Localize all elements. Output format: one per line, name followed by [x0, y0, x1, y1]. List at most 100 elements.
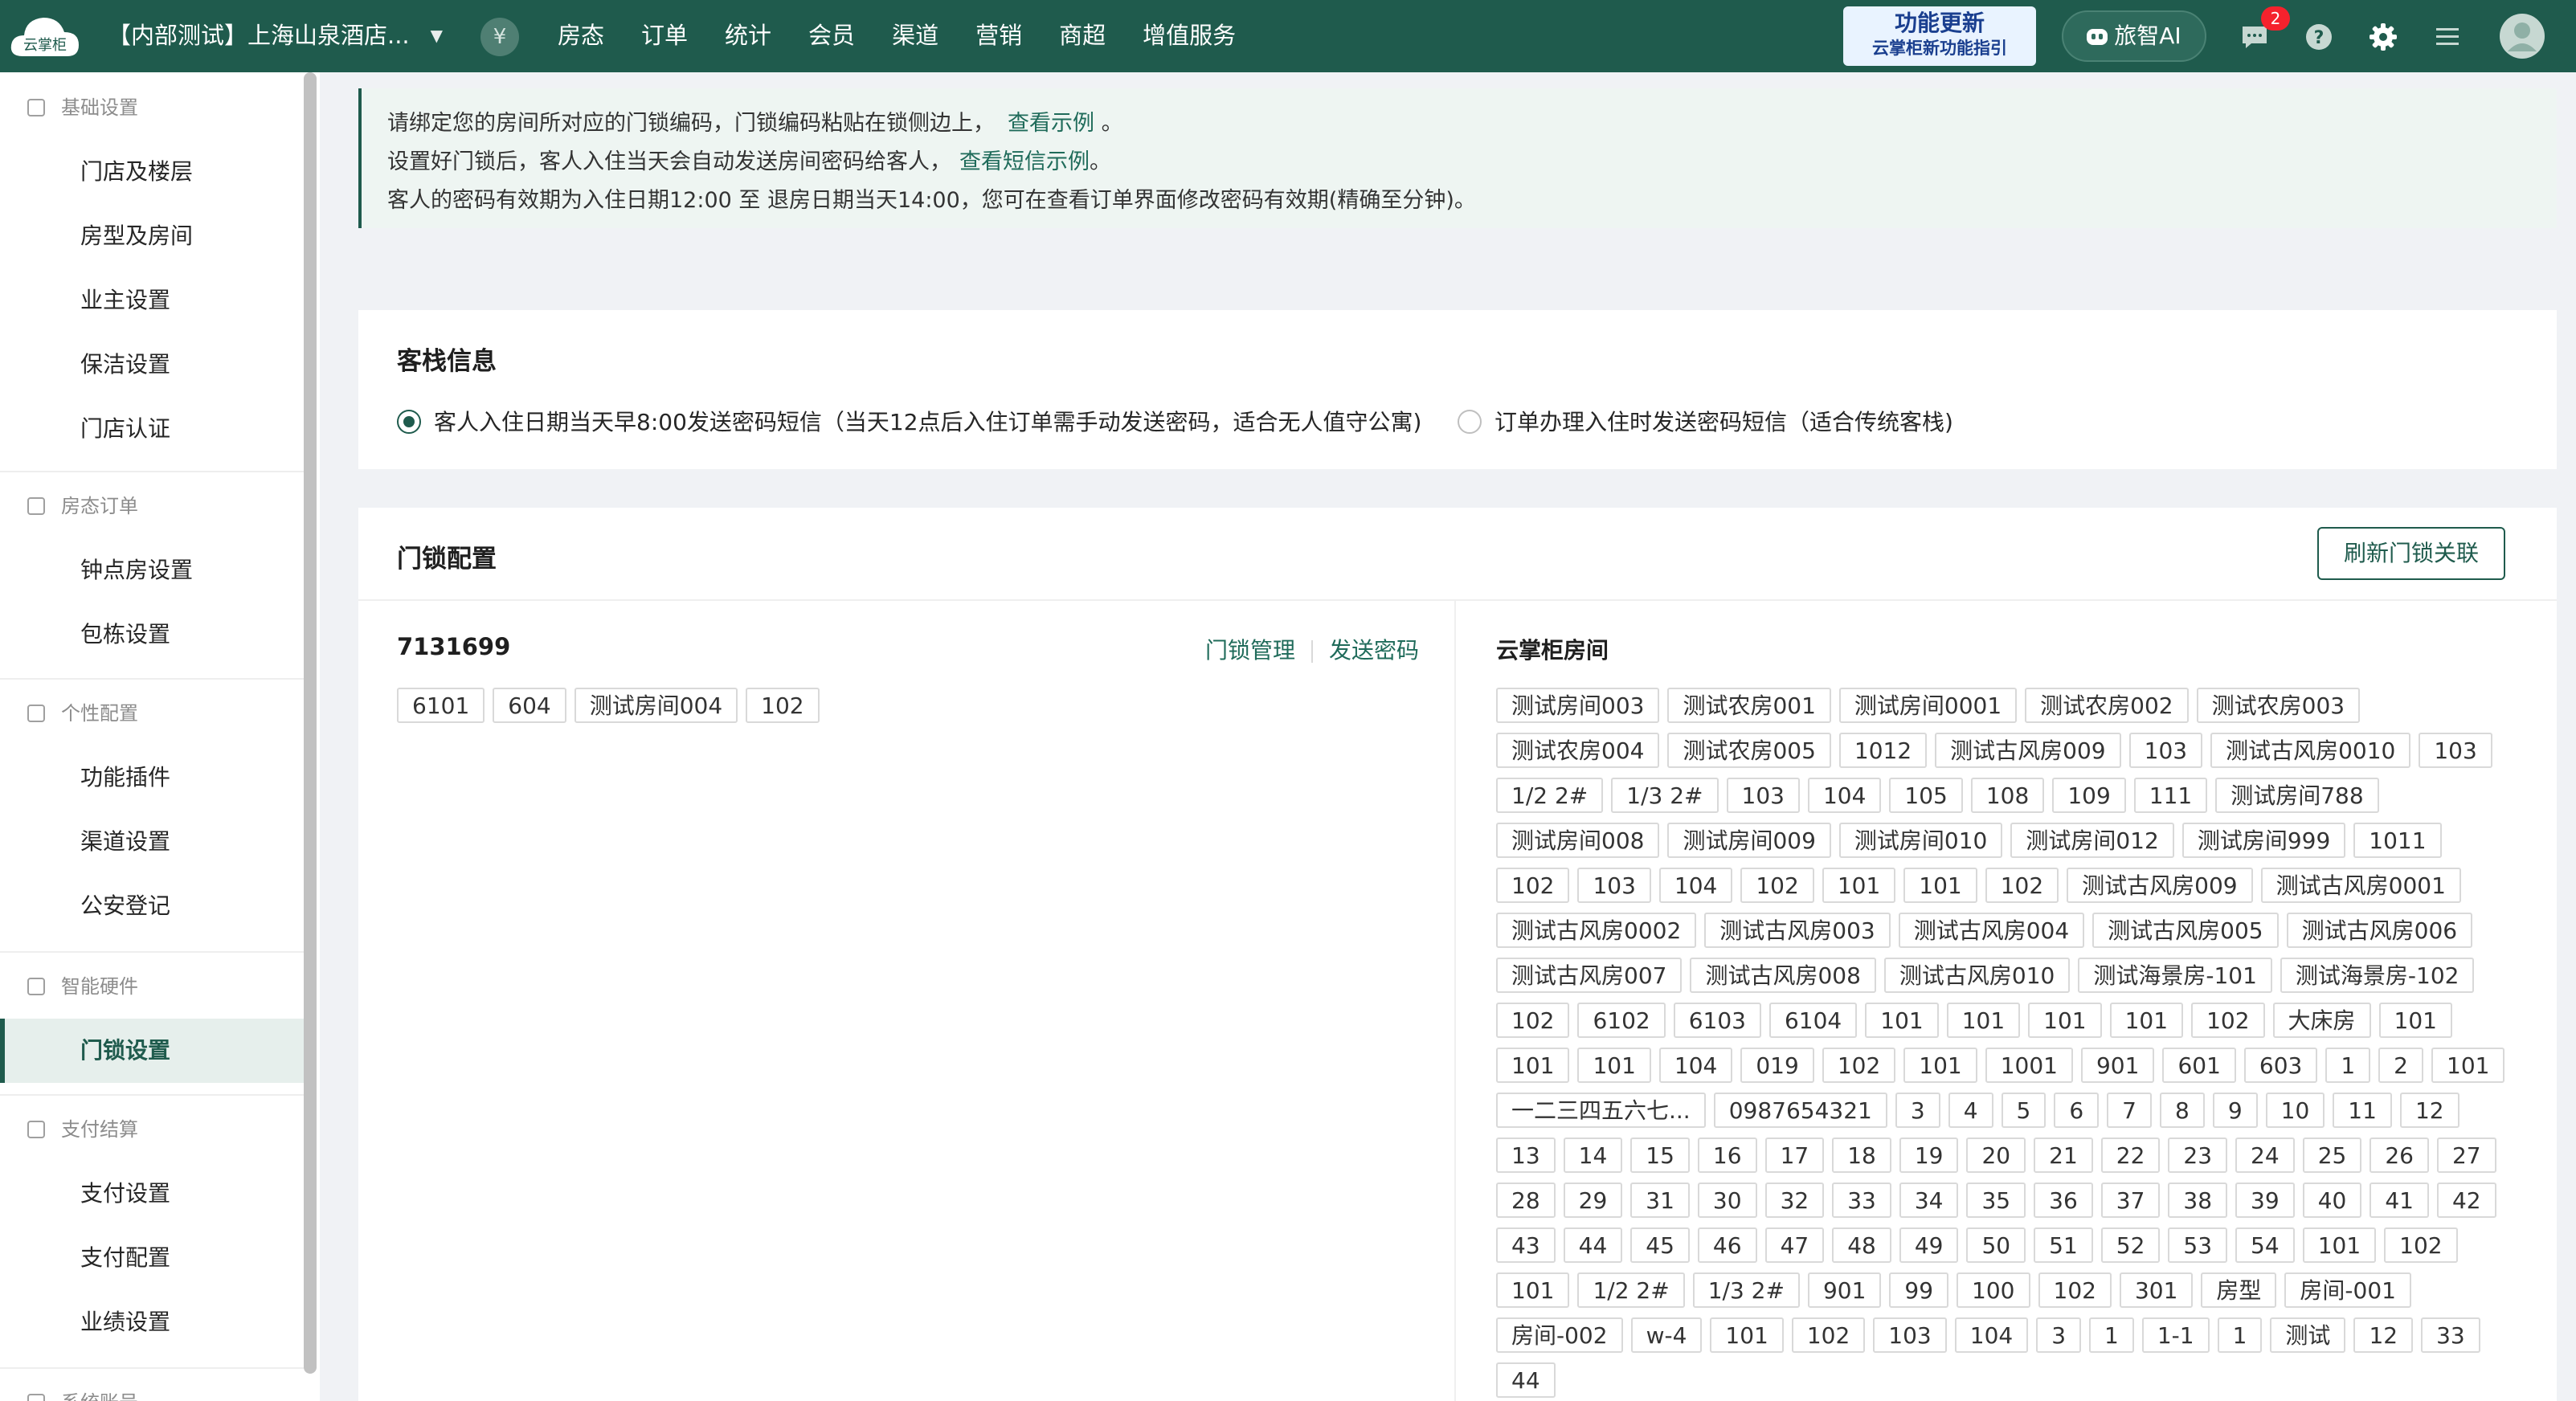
cloud-room-tag[interactable]: 33 [2421, 1317, 2480, 1353]
cloud-room-tag[interactable]: 测试房间999 [2181, 823, 2346, 858]
cloud-room-tag[interactable]: 4 [1948, 1093, 1993, 1128]
cloud-room-tag[interactable]: 46 [1697, 1227, 1757, 1263]
cloud-room-tag[interactable]: 1/2 2# [1496, 778, 1604, 813]
cloud-room-tag[interactable]: 测试房间788 [2215, 778, 2379, 813]
cloud-room-tag[interactable]: 29 [1563, 1182, 1623, 1218]
cloud-room-tag[interactable]: 50 [1966, 1227, 2026, 1263]
sidebar-item-police-registration[interactable]: 公安登记 [0, 874, 304, 938]
cloud-room-tag[interactable]: 101 [2028, 1003, 2102, 1038]
sidebar-item-store-cert[interactable]: 门店认证 [0, 397, 304, 461]
cloud-room-tag[interactable]: 101 [1496, 1048, 1570, 1083]
nav-item-mall[interactable]: 商超 [1059, 18, 1106, 53]
sidebar-item-owner[interactable]: 业主设置 [0, 268, 304, 333]
cloud-room-tag[interactable]: 6104 [1768, 1003, 1858, 1038]
cloud-room-tag[interactable]: 房间-002 [1496, 1317, 1623, 1353]
view-example-link[interactable]: 查看示例 [1008, 111, 1094, 136]
store-selector[interactable]: 【内部测试】上海山泉酒店... ▼ [108, 18, 443, 53]
cloud-room-tag[interactable]: 5 [2001, 1093, 2046, 1128]
cloud-room-tag[interactable]: 103 [2419, 733, 2492, 768]
cloud-room-tag[interactable]: 49 [1899, 1227, 1959, 1263]
help-icon[interactable]: ? [2303, 21, 2335, 53]
cloud-room-tag[interactable]: 601 [2162, 1048, 2236, 1083]
cloud-room-tag[interactable]: 3 [1895, 1093, 1940, 1128]
cloud-room-tag[interactable]: 13 [1496, 1138, 1556, 1173]
cloud-room-tag[interactable]: 103 [1873, 1317, 1947, 1353]
cloud-room-tag[interactable]: 16 [1697, 1138, 1757, 1173]
cloud-room-tag[interactable]: 43 [1496, 1227, 1556, 1263]
cloud-room-tag[interactable]: 10 [2265, 1093, 2325, 1128]
cloud-room-tag[interactable]: 测试房间012 [2010, 823, 2174, 858]
cloud-room-tag[interactable]: 1/2 2# [1577, 1272, 1685, 1308]
cloud-room-tag[interactable]: 101 [1946, 1003, 2021, 1038]
cloud-room-tag[interactable]: 1 [2325, 1048, 2371, 1083]
sidebar-item-hourly-room[interactable]: 钟点房设置 [0, 538, 304, 602]
cloud-room-tag[interactable]: 9 [2212, 1093, 2258, 1128]
cloud-room-tag[interactable]: 测试古风房006 [2286, 913, 2473, 948]
cloud-room-tag[interactable]: 52 [2100, 1227, 2161, 1263]
view-sms-example-link[interactable]: 查看短信示例 [959, 149, 1090, 174]
cloud-room-tag[interactable]: 房型 [2201, 1272, 2277, 1308]
avatar[interactable] [2499, 13, 2545, 59]
cloud-room-tag[interactable]: 301 [2119, 1272, 2194, 1308]
cloud-room-tag[interactable]: 33 [1832, 1182, 1891, 1218]
cloud-room-tag[interactable]: 15 [1630, 1138, 1690, 1173]
radio-checked-icon[interactable] [397, 410, 421, 434]
cloud-room-tag[interactable]: 12 [2399, 1093, 2459, 1128]
cloud-room-tag[interactable]: 测试海景房-101 [2078, 958, 2272, 993]
cloud-room-tag[interactable]: 3 [2036, 1317, 2082, 1353]
cloud-room-tag[interactable]: 测试房间0001 [1838, 688, 2018, 723]
sms-option-morning[interactable]: 客人入住日期当天早8:00发送密码短信（当天12点后入住订单需手动发送密码，适合… [397, 408, 1421, 437]
cloud-room-tag[interactable]: 21 [2034, 1138, 2093, 1173]
cloud-room-tag[interactable]: 测试古风房009 [1935, 733, 2121, 768]
cloud-room-tag[interactable]: 测试农房001 [1667, 688, 1831, 723]
cloud-room-tag[interactable]: 8 [2160, 1093, 2205, 1128]
cloud-room-tag[interactable]: 101 [1903, 1048, 1977, 1083]
cloud-room-tag[interactable]: 101 [2431, 1048, 2505, 1083]
cloud-room-tag[interactable]: 31 [1630, 1182, 1690, 1218]
cloud-room-tag[interactable]: 测试古风房003 [1704, 913, 1891, 948]
cloud-room-tag[interactable]: 109 [2052, 778, 2126, 813]
cloud-room-tag[interactable]: 27 [2436, 1138, 2496, 1173]
cloud-room-tag[interactable]: 39 [2235, 1182, 2295, 1218]
cloud-room-tag[interactable]: 101 [1865, 1003, 1939, 1038]
cloud-room-tag[interactable]: 24 [2235, 1138, 2295, 1173]
sidebar-scrollbar[interactable] [304, 72, 317, 1374]
nav-item-members[interactable]: 会员 [808, 18, 855, 53]
cloud-room-tag[interactable]: 测试农房003 [2196, 688, 2361, 723]
cloud-room-tag[interactable]: 14 [1563, 1138, 1623, 1173]
bound-room-tag[interactable]: 测试房间004 [574, 688, 738, 723]
cloud-room-tag[interactable]: 6103 [1673, 1003, 1761, 1038]
cloud-room-tag[interactable]: 103 [1726, 778, 1800, 813]
cloud-room-tag[interactable]: 104 [1658, 1048, 1733, 1083]
cloud-room-tag[interactable]: 101 [2109, 1003, 2184, 1038]
cloud-room-tag[interactable]: 30 [1697, 1182, 1757, 1218]
send-password-link[interactable]: 发送密码 [1329, 637, 1419, 664]
cloud-room-tag[interactable]: 102 [1985, 868, 2059, 903]
cloud-room-tag[interactable]: w-4 [1630, 1317, 1703, 1353]
cloud-room-tag[interactable]: 1012 [1838, 733, 1928, 768]
cloud-room-tag[interactable]: 25 [2302, 1138, 2362, 1173]
cloud-room-tag[interactable]: 42 [2436, 1182, 2496, 1218]
sidebar-item-payment-settings[interactable]: 支付设置 [0, 1162, 304, 1226]
cloud-room-tag[interactable]: 35 [1966, 1182, 2026, 1218]
cloud-room-tag[interactable]: 40 [2302, 1182, 2362, 1218]
cloud-room-tag[interactable]: 20 [1966, 1138, 2026, 1173]
feature-update-banner[interactable]: 功能更新 云掌柜新功能指引 [1843, 6, 2036, 66]
cloud-room-tag[interactable]: 36 [2034, 1182, 2093, 1218]
cloud-room-tag[interactable]: 测试 [2270, 1317, 2346, 1353]
cloud-room-tag[interactable]: 901 [1807, 1272, 1882, 1308]
yunzhanggui-logo[interactable]: 云掌柜 [6, 8, 84, 64]
cloud-room-tag[interactable]: 测试农房005 [1667, 733, 1831, 768]
cloud-room-tag[interactable]: 102 [1496, 1003, 1570, 1038]
bound-room-tag[interactable]: 604 [493, 688, 566, 723]
cloud-room-tag[interactable]: 102 [2191, 1003, 2265, 1038]
sidebar-item-channel-settings[interactable]: 渠道设置 [0, 810, 304, 874]
cloud-room-tag[interactable]: 104 [1658, 868, 1733, 903]
cloud-room-tag[interactable]: 34 [1899, 1182, 1959, 1218]
cloud-room-tag[interactable]: 108 [1970, 778, 2045, 813]
cloud-room-tag[interactable]: 102 [1791, 1317, 1866, 1353]
sidebar-item-whole-building[interactable]: 包栋设置 [0, 602, 304, 667]
cloud-room-tag[interactable]: 901 [2080, 1048, 2155, 1083]
refresh-lock-link-button[interactable]: 刷新门锁关联 [2317, 527, 2505, 580]
radio-unchecked-icon[interactable] [1458, 410, 1482, 434]
